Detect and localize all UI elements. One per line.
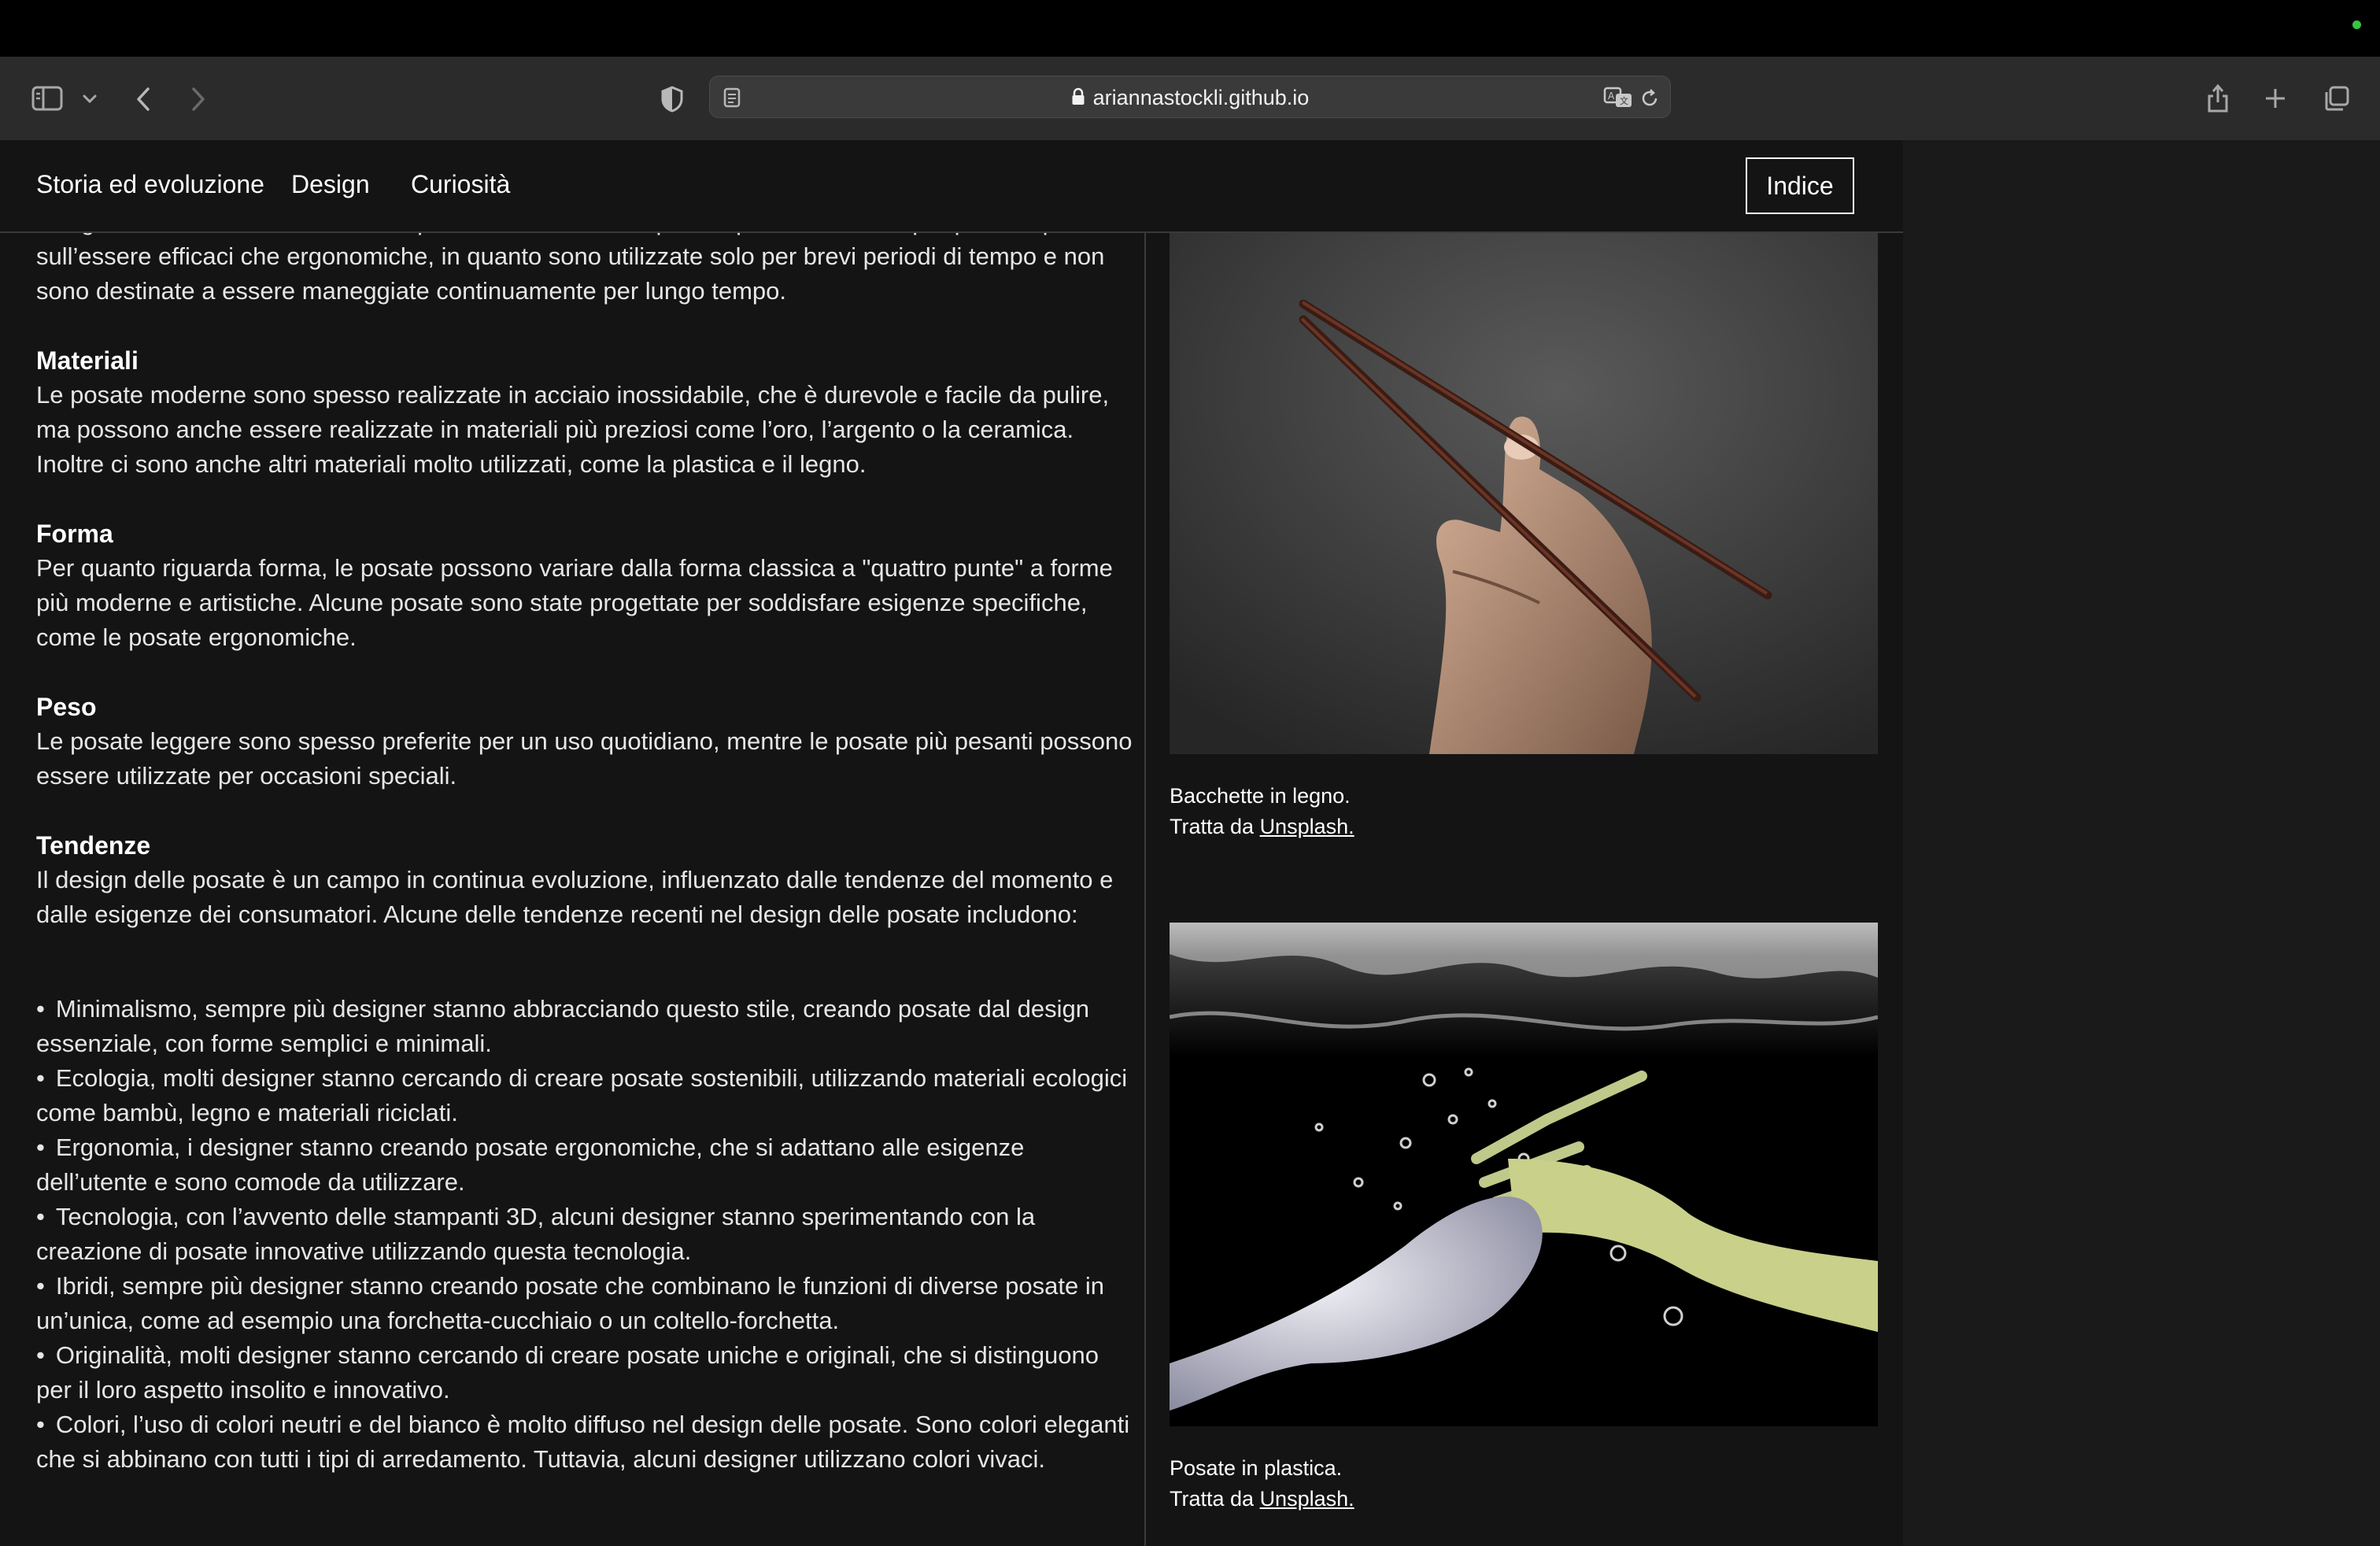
section-title: Forma <box>36 520 113 548</box>
section-materiali: Materiali Le posate moderne sono spesso … <box>36 343 1138 482</box>
section-text: Il design delle posate è un campo in con… <box>36 866 1114 928</box>
section-title: Materiali <box>36 346 139 375</box>
section-text: Per quanto riguarda forma, le posate pos… <box>36 554 1113 651</box>
trends-list: Minimalismo, sempre più designer stanno … <box>36 992 1138 1477</box>
unsplash-link[interactable]: Unsplash. <box>1260 815 1354 838</box>
tabs-icon[interactable] <box>2322 83 2352 113</box>
index-button[interactable]: Indice <box>1746 157 1854 214</box>
section-text: Le posate leggere sono spesso preferite … <box>36 727 1133 790</box>
credit-prefix: Tratta da <box>1170 815 1260 838</box>
url-text: ariannastockli.github.io <box>1092 86 1310 109</box>
address-bar[interactable]: ariannastockli.github.io A文 <box>709 76 1671 118</box>
figure-caption: Bacchette in legno. Tratta da Unsplash. <box>1170 781 1354 842</box>
section-title: Peso <box>36 693 97 721</box>
list-item: Minimalismo, sempre più designer stanno … <box>36 992 1138 1061</box>
list-item: Ergonomia, i designer stanno creando pos… <box>36 1130 1138 1200</box>
shield-icon[interactable] <box>658 85 686 113</box>
caption-credit: Tratta da Unsplash. <box>1170 1484 1354 1515</box>
svg-text:A: A <box>1608 91 1615 102</box>
back-icon[interactable] <box>132 85 154 113</box>
caption-text: Posate in plastica. <box>1170 1456 1343 1480</box>
status-indicator-dot <box>2352 20 2361 29</box>
section-peso: Peso Le posate leggere sono spesso prefe… <box>36 690 1138 793</box>
caption-text: Bacchette in legno. <box>1170 784 1351 808</box>
list-item: Originalità, molti designer stanno cerca… <box>36 1338 1138 1407</box>
share-icon[interactable] <box>2204 80 2232 115</box>
nav-storia[interactable]: Storia ed evoluzione <box>36 170 264 199</box>
figure-caption: Posate in plastica. Tratta da Unsplash. <box>1170 1453 1354 1515</box>
menu-bar-strip <box>0 0 2380 57</box>
chopsticks-photo <box>1170 233 1878 754</box>
section-title: Tendenze <box>36 831 151 860</box>
caption-credit: Tratta da Unsplash. <box>1170 812 1354 842</box>
section-tendenze: Tendenze Il design delle posate è un cam… <box>36 828 1138 932</box>
plastic-cutlery-photo <box>1170 923 1878 1426</box>
section-forma: Forma Per quanto riguarda forma, le posa… <box>36 516 1138 655</box>
list-item: Colori, l’uso di colori neutri e del bia… <box>36 1407 1138 1477</box>
main-content: design inoltre influisce molto sull’espe… <box>0 233 1903 1546</box>
column-divider <box>1144 233 1146 1546</box>
unsplash-link[interactable]: Unsplash. <box>1260 1487 1354 1511</box>
chevron-down-icon[interactable] <box>80 91 99 107</box>
section-text: Le posate moderne sono spesso realizzate… <box>36 381 1110 478</box>
lock-icon <box>1071 78 1085 120</box>
nav-design[interactable]: Design <box>291 170 370 199</box>
list-item: Tecnologia, con l’avvento delle stampant… <box>36 1200 1138 1269</box>
text-column: design inoltre influisce molto sull’espe… <box>36 233 1138 1477</box>
reload-icon[interactable] <box>1639 87 1661 109</box>
page-right-margin <box>1903 140 2380 1546</box>
credit-prefix: Tratta da <box>1170 1487 1260 1511</box>
sidebar-icon[interactable] <box>30 83 65 113</box>
plus-icon[interactable] <box>2262 85 2289 112</box>
list-item: Ibridi, sempre più designer stanno crean… <box>36 1269 1138 1338</box>
forward-icon[interactable] <box>187 85 209 113</box>
nav-curiosita[interactable]: Curiosità <box>411 170 510 199</box>
site-header: Storia ed evoluzione Design Curiosità In… <box>0 140 1903 233</box>
intro-paragraph: design inoltre influisce molto sull’espe… <box>36 233 1105 305</box>
translate-icon[interactable]: A文 <box>1602 86 1634 109</box>
browser-toolbar: ariannastockli.github.io A文 <box>0 57 2380 140</box>
list-item: Ecologia, molti designer stanno cercando… <box>36 1061 1138 1130</box>
svg-text:文: 文 <box>1620 95 1628 106</box>
